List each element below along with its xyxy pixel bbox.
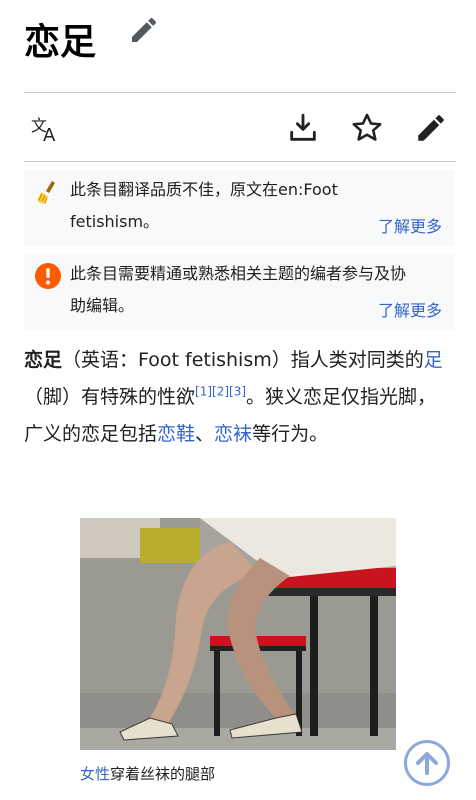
title-row: 恋足	[24, 14, 456, 74]
notice-text: 此条目需要精通或熟悉相关主题的编者参与及协助编辑。	[70, 264, 407, 315]
back-to-top-button[interactable]	[404, 740, 450, 786]
lead-paragraph: 恋足（英语：Foot fetishism）指人类对同类的足 （脚）有特殊的性欲[1…	[24, 342, 454, 453]
shoe-fetish-link[interactable]: 恋鞋	[157, 423, 195, 445]
page-actions-toolbar: 文 A	[24, 92, 456, 162]
article-text: 、	[195, 423, 215, 445]
article-text: 等行为。	[252, 423, 329, 445]
broom-icon	[34, 178, 62, 206]
learn-more-link[interactable]: 了解更多	[378, 216, 442, 238]
caption-text: 穿着丝袜的腿部	[110, 765, 216, 783]
reference-link[interactable]: [2]	[212, 385, 229, 399]
exclamation-icon	[34, 262, 62, 290]
article-text: （英语：Foot fetishism）指人类对同类的	[62, 349, 424, 371]
star-icon[interactable]	[350, 111, 384, 145]
translation-quality-notice[interactable]: 此条目翻译品质不佳，原文在en:Foot fetishism。 了解更多	[24, 170, 454, 246]
page-title: 恋足	[24, 21, 97, 63]
language-icon[interactable]: 文 A	[28, 111, 62, 146]
stocking-fetish-link[interactable]: 恋袜	[214, 423, 252, 445]
reference-link[interactable]: [3]	[229, 385, 246, 399]
expert-needed-notice[interactable]: 此条目需要精通或熟悉相关主题的编者参与及协助编辑。 了解更多	[24, 254, 454, 330]
image-caption: 女性穿着丝袜的腿部	[80, 762, 215, 786]
svg-text:A: A	[43, 125, 56, 145]
download-icon[interactable]	[286, 111, 320, 145]
reference-link[interactable]: [1]	[195, 385, 212, 399]
article-image[interactable]	[80, 518, 396, 750]
article-text: （脚）有特殊的性欲	[24, 386, 196, 408]
notice-text: 此条目翻译品质不佳，原文在en:Foot fetishism。	[70, 180, 338, 231]
edit-icon[interactable]	[128, 14, 160, 46]
caption-link[interactable]: 女性	[80, 765, 110, 783]
foot-link[interactable]: 足	[424, 349, 443, 371]
learn-more-link[interactable]: 了解更多	[378, 300, 442, 322]
term-bold: 恋足	[24, 349, 63, 371]
arrow-up-icon	[416, 752, 438, 775]
edit-icon[interactable]	[414, 111, 448, 145]
